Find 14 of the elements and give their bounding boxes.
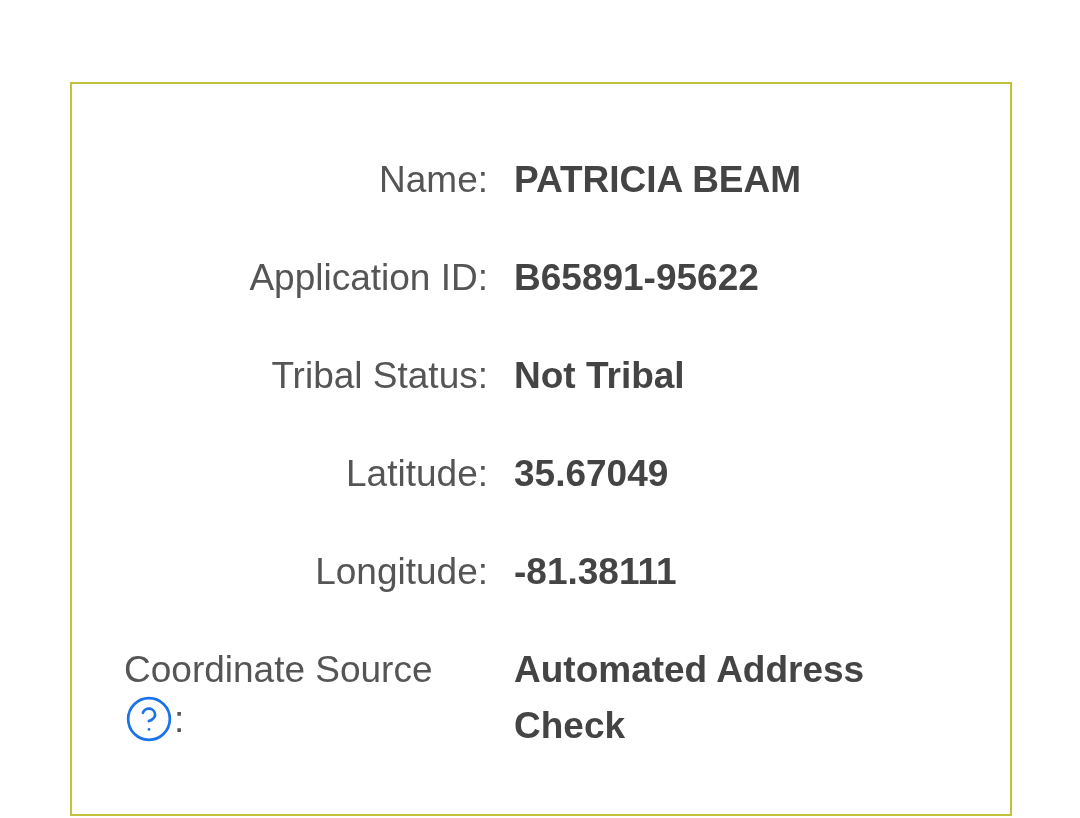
field-value: Automated Address Check (514, 648, 866, 748)
field-label: Application ID: (249, 256, 488, 300)
field-label: Name: (379, 158, 488, 202)
field-value: -81.38111 (514, 550, 677, 594)
field-value: 35.67049 (514, 452, 669, 496)
field-value: B65891-95622 (514, 256, 759, 300)
field-label: Longitude: (315, 550, 488, 594)
field-value: Not Tribal (514, 354, 685, 398)
field-label: Coordinate Source (124, 648, 433, 692)
field-label: Tribal Status: (271, 354, 488, 398)
help-icon[interactable] (124, 694, 174, 744)
field-value: PATRICIA BEAM (514, 158, 802, 202)
field-label: Latitude: (346, 452, 488, 496)
label-colon: : (174, 698, 185, 742)
